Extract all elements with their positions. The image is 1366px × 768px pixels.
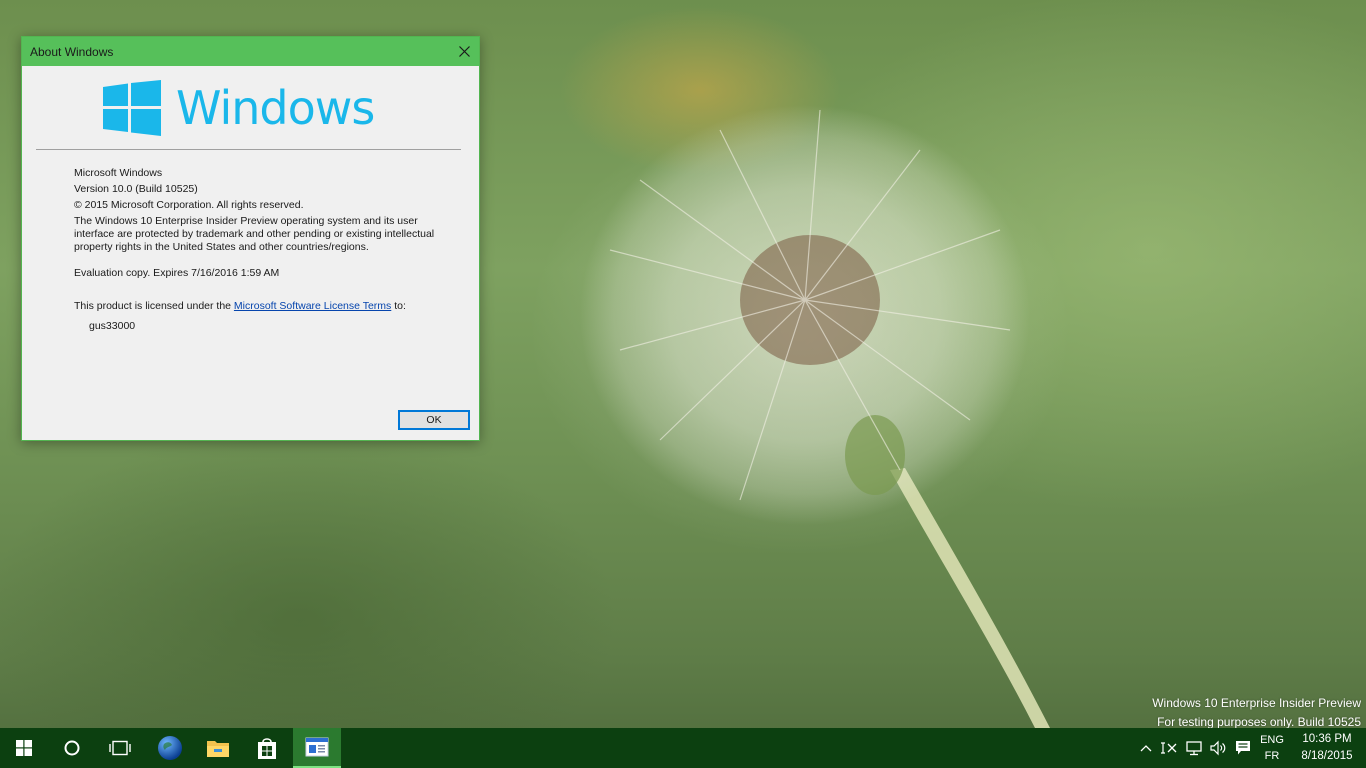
- taskbar-app-edge[interactable]: [146, 728, 194, 768]
- version-text: Version 10.0 (Build 10525): [74, 183, 198, 195]
- winver-app-icon: [305, 737, 329, 757]
- taskbar-app-store[interactable]: [243, 728, 291, 768]
- close-icon: [458, 46, 470, 57]
- about-windows-dialog: About Windows Windows Microsoft Windows …: [21, 36, 480, 441]
- license-text: This product is licensed under the Micro…: [74, 300, 444, 313]
- language-code: ENG: [1260, 734, 1284, 746]
- action-center-icon: [1236, 741, 1250, 755]
- dialog-titlebar[interactable]: About Windows: [22, 37, 479, 66]
- taskbar-app-winver[interactable]: [293, 728, 341, 768]
- licensee-name: gus33000: [89, 320, 136, 332]
- about-info: Microsoft Windows Version 10.0 (Build 10…: [74, 167, 444, 333]
- license-suffix: to:: [391, 300, 406, 312]
- action-center-button[interactable]: [1232, 728, 1254, 768]
- taskbar: ENG FR 10:36 PM 8/18/2015: [0, 728, 1366, 768]
- edge-globe-icon: [158, 736, 182, 760]
- product-name: Microsoft Windows: [74, 167, 163, 179]
- description-text: The Windows 10 Enterprise Insider Previe…: [74, 215, 435, 253]
- cortana-circle-icon: [64, 740, 80, 756]
- windows-wordmark: Windows: [176, 81, 375, 135]
- windows-flag-icon: [103, 80, 161, 136]
- input-indicator-button[interactable]: [1158, 728, 1180, 768]
- task-view-icon: [109, 740, 131, 756]
- show-hidden-chevron-icon: [1140, 745, 1152, 752]
- volume-icon: [1210, 740, 1226, 756]
- license-terms-link[interactable]: Microsoft Software License Terms: [234, 300, 391, 312]
- windows-logo: Windows: [103, 78, 403, 138]
- clock-time: 10:36 PM: [1302, 733, 1352, 745]
- divider: [36, 149, 461, 150]
- cortana-button[interactable]: [48, 728, 96, 768]
- keyboard-layout: FR: [1264, 750, 1280, 762]
- language-indicator[interactable]: ENG FR: [1256, 728, 1288, 768]
- network-icon: [1186, 741, 1202, 756]
- file-explorer-icon: [207, 741, 229, 757]
- copyright-text: © 2015 Microsoft Corporation. All rights…: [74, 199, 304, 211]
- input-indicator-icon: [1161, 742, 1177, 754]
- close-button[interactable]: [449, 37, 479, 66]
- license-prefix: This product is licensed under the: [74, 300, 234, 312]
- network-button[interactable]: [1183, 728, 1205, 768]
- start-button[interactable]: [0, 728, 48, 768]
- dialog-title: About Windows: [30, 45, 114, 59]
- start-windows-icon: [16, 740, 32, 756]
- ok-button[interactable]: OK: [398, 410, 470, 430]
- taskbar-app-explorer[interactable]: [194, 728, 242, 768]
- show-hidden-icons-button[interactable]: [1138, 728, 1154, 768]
- task-view-button[interactable]: [96, 728, 144, 768]
- evaluation-text: Evaluation copy. Expires 7/16/2016 1:59 …: [74, 267, 280, 279]
- clock[interactable]: 10:36 PM 8/18/2015: [1292, 728, 1362, 768]
- store-bag-icon: [258, 738, 276, 759]
- volume-button[interactable]: [1207, 728, 1229, 768]
- clock-date: 8/18/2015: [1301, 750, 1353, 762]
- watermark-edition: Windows 10 Enterprise Insider Preview: [1152, 696, 1361, 710]
- build-watermark: Windows 10 Enterprise Insider Preview Fo…: [1152, 694, 1361, 732]
